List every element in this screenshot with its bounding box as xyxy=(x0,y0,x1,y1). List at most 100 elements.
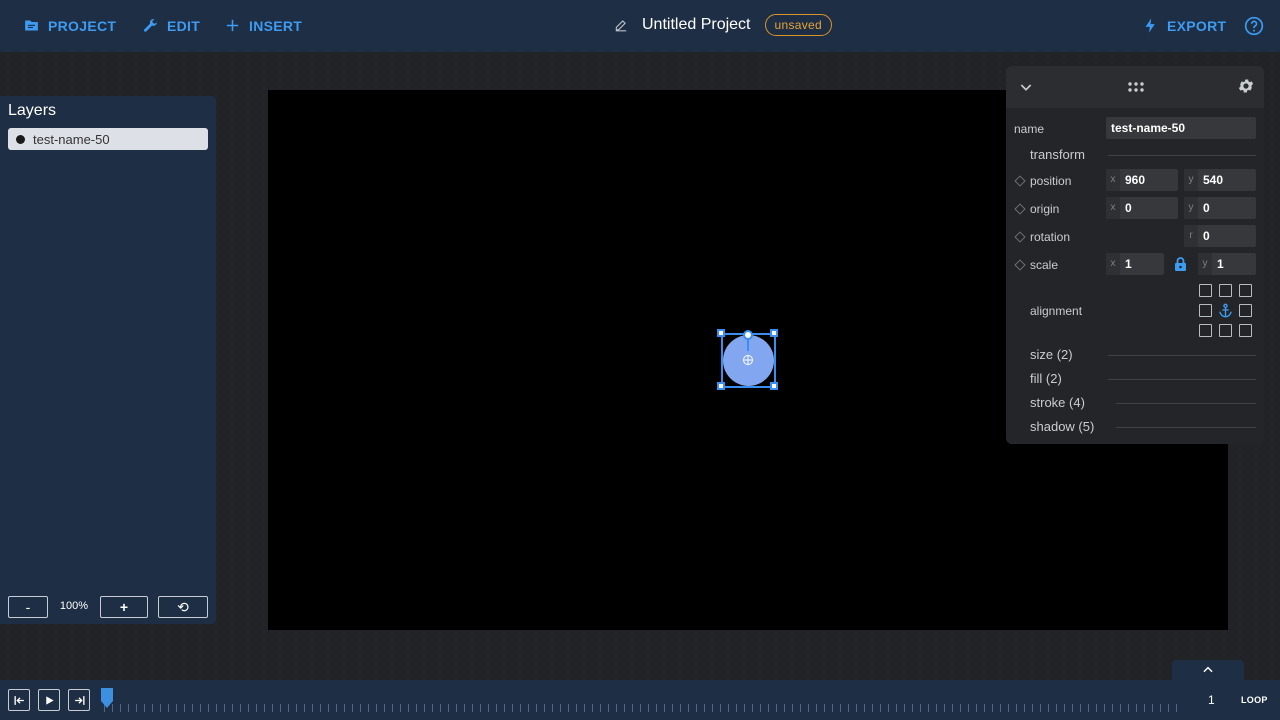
lightning-icon xyxy=(1145,18,1155,33)
folder-icon xyxy=(25,20,38,31)
align-top-left-button[interactable] xyxy=(1199,284,1212,297)
project-menu-label: PROJECT xyxy=(48,17,117,34)
edit-menu-label: EDIT xyxy=(167,17,201,34)
lock-icon[interactable] xyxy=(1174,257,1187,271)
layer-item[interactable]: test-name-50 xyxy=(8,128,208,150)
align-bottom-center-button[interactable] xyxy=(1219,324,1232,337)
position-label: position xyxy=(1030,174,1072,188)
stroke-section-toggle[interactable]: stroke (4) xyxy=(1006,395,1264,411)
axis-r-label: r xyxy=(1184,225,1198,247)
alignment-grid xyxy=(1198,284,1254,337)
alignment-label: alignment xyxy=(1030,304,1083,318)
zoom-level: 100% xyxy=(59,600,89,612)
rotation-field[interactable]: r0 xyxy=(1184,225,1256,247)
section-divider xyxy=(1108,379,1256,380)
origin-label: origin xyxy=(1030,202,1060,216)
timeline-expand-button[interactable] xyxy=(1172,660,1244,680)
scale-y-value: 1 xyxy=(1217,257,1224,271)
origin-x-field[interactable]: x0 xyxy=(1106,197,1178,219)
section-divider xyxy=(1108,155,1256,156)
stroke-section-label: stroke (4) xyxy=(1030,395,1085,410)
section-divider xyxy=(1116,427,1256,428)
export-label: EXPORT xyxy=(1167,17,1227,34)
layers-heading: Layers xyxy=(8,102,57,119)
size-section-label: size (2) xyxy=(1030,347,1073,362)
align-top-right-button[interactable] xyxy=(1239,284,1252,297)
scale-y-field[interactable]: y1 xyxy=(1198,253,1256,275)
fill-section-toggle[interactable]: fill (2) xyxy=(1006,371,1264,387)
pencil-icon[interactable] xyxy=(614,18,628,32)
axis-y-label: y xyxy=(1198,253,1212,275)
size-section-toggle[interactable]: size (2) xyxy=(1006,347,1264,363)
insert-menu-label: INSERT xyxy=(249,17,303,34)
project-menu-button[interactable]: PROJECT xyxy=(23,17,116,34)
shadow-section-toggle[interactable]: shadow (5) xyxy=(1006,419,1264,435)
name-field[interactable]: test-name-50 xyxy=(1106,117,1256,139)
name-label: name xyxy=(1014,122,1045,136)
origin-x-value: 0 xyxy=(1125,201,1132,215)
skip-to-end-button[interactable] xyxy=(68,689,90,711)
play-button[interactable] xyxy=(38,689,60,711)
insert-menu-button[interactable]: INSERT xyxy=(224,17,302,34)
resize-handle-bottom-left[interactable] xyxy=(717,382,725,390)
help-icon[interactable] xyxy=(1244,16,1264,36)
transform-section-toggle[interactable]: transform xyxy=(1006,147,1264,163)
align-middle-right-button[interactable] xyxy=(1239,304,1252,317)
chevron-down-icon[interactable] xyxy=(1018,79,1034,95)
zoom-in-button[interactable]: + xyxy=(100,596,148,618)
transform-label: transform xyxy=(1030,147,1085,162)
axis-x-label: x xyxy=(1106,253,1120,275)
shadow-section-label: shadow (5) xyxy=(1030,419,1095,434)
drag-handle-icon[interactable] xyxy=(1127,78,1145,96)
gear-icon[interactable] xyxy=(1237,77,1255,95)
wrench-icon xyxy=(143,18,157,32)
axis-x-label: x xyxy=(1106,197,1120,219)
rotation-label: rotation xyxy=(1030,230,1071,244)
edit-menu-button[interactable]: EDIT xyxy=(142,17,200,34)
current-frame: 1 xyxy=(1208,693,1215,707)
resize-handle-bottom-right[interactable] xyxy=(770,382,778,390)
origin-y-value: 0 xyxy=(1203,201,1210,215)
align-middle-left-button[interactable] xyxy=(1199,304,1212,317)
skip-to-start-button[interactable] xyxy=(8,689,30,711)
reset-view-button[interactable]: ⟲ xyxy=(158,596,208,618)
position-x-field[interactable]: x 960 xyxy=(1106,169,1178,191)
origin-crosshair-icon[interactable] xyxy=(742,354,754,366)
position-x-value: 960 xyxy=(1125,173,1146,187)
section-divider xyxy=(1116,403,1256,404)
zoom-out-button[interactable]: - xyxy=(8,596,48,618)
resize-handle-top-left[interactable] xyxy=(717,329,725,337)
axis-y-label: y xyxy=(1184,197,1198,219)
scale-x-field[interactable]: x1 xyxy=(1106,253,1164,275)
origin-y-field[interactable]: y0 xyxy=(1184,197,1256,219)
rotation-value: 0 xyxy=(1203,229,1210,243)
timeline-track[interactable] xyxy=(104,704,1184,712)
scale-x-value: 1 xyxy=(1125,257,1132,271)
timeline-bar: 1 LOOP xyxy=(0,680,1280,720)
play-icon xyxy=(45,695,54,705)
align-bottom-left-button[interactable] xyxy=(1199,324,1212,337)
status-badge: unsaved xyxy=(764,14,832,36)
anchor-icon[interactable] xyxy=(1218,303,1233,318)
position-y-field[interactable]: y 540 xyxy=(1184,169,1256,191)
name-value: test-name-50 xyxy=(1111,121,1186,135)
chevron-up-icon xyxy=(1203,666,1213,673)
position-y-value: 540 xyxy=(1203,173,1224,187)
loop-toggle[interactable]: LOOP xyxy=(1241,695,1268,705)
align-top-center-button[interactable] xyxy=(1219,284,1232,297)
resize-handle-top-right[interactable] xyxy=(770,329,778,337)
rotation-handle[interactable] xyxy=(743,330,753,340)
align-bottom-right-button[interactable] xyxy=(1239,324,1252,337)
plus-icon xyxy=(226,19,239,32)
project-title[interactable]: Untitled Project xyxy=(642,16,751,34)
axis-x-label: x xyxy=(1106,169,1120,191)
section-divider xyxy=(1108,355,1256,356)
layers-panel: Layers test-name-50 - 100% + ⟲ xyxy=(0,96,216,624)
skip-start-icon xyxy=(13,695,24,705)
fill-section-label: fill (2) xyxy=(1030,371,1062,386)
playhead-marker[interactable] xyxy=(101,688,113,708)
project-title-group: Untitled Project unsaved xyxy=(614,14,832,36)
top-bar: PROJECT EDIT INSERT Untitled Project uns… xyxy=(0,0,1280,52)
skip-end-icon xyxy=(74,695,85,705)
export-button[interactable]: EXPORT xyxy=(1142,17,1226,34)
